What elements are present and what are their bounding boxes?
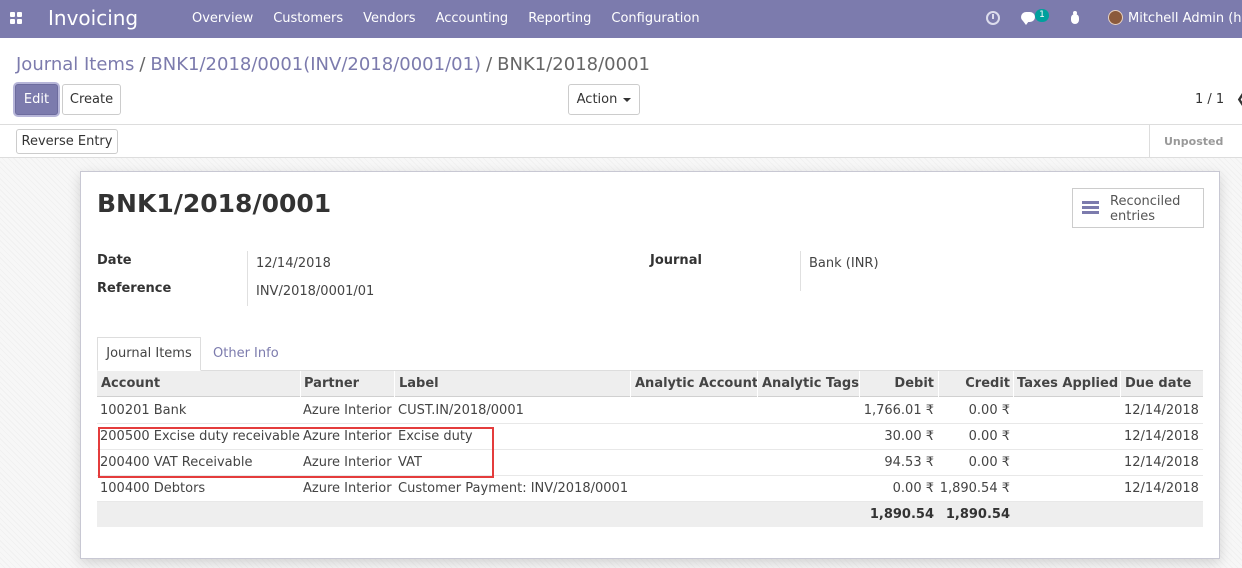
breadcrumb: Journal Items / BNK1/2018/0001(INV/2018/00… <box>16 54 650 75</box>
column-separator <box>394 371 395 397</box>
col-partner[interactable]: Partner <box>304 376 359 391</box>
user-avatar[interactable] <box>1108 10 1123 25</box>
col-debit[interactable]: Debit <box>859 376 934 391</box>
cell-label: Customer Payment: INV/2018/0001 <box>398 481 629 496</box>
total-credit: 1,890.54 <box>945 507 1010 522</box>
breadcrumb-journal-items[interactable]: Journal Items <box>16 54 134 75</box>
activity-clock-icon[interactable] <box>986 11 1000 25</box>
reference-value: INV/2018/0001/01 <box>256 284 375 299</box>
pager-value[interactable]: 1 / 1 <box>1195 92 1224 107</box>
menu-customers[interactable]: Customers <box>273 11 343 26</box>
journal-label: Journal <box>650 253 702 268</box>
cell-credit: 1,890.54 ₹ <box>939 481 1010 496</box>
user-menu[interactable]: Mitchell Admin (hah <box>1128 11 1242 26</box>
edit-button[interactable]: Edit <box>15 84 58 115</box>
col-label[interactable]: Label <box>399 376 439 391</box>
table-footer: 1,890.54 1,890.54 <box>97 502 1203 527</box>
cell-partner: Azure Interior <box>303 403 392 418</box>
cell-label: CUST.IN/2018/0001 <box>398 403 524 418</box>
cell-account: 100400 Debtors <box>100 481 206 496</box>
breadcrumb-separator: / <box>486 54 493 75</box>
cell-credit: 0.00 ₹ <box>968 429 1010 444</box>
menu-accounting[interactable]: Accounting <box>436 11 509 26</box>
breadcrumb-current: BNK1/2018/0001 <box>497 54 650 75</box>
breadcrumb-separator: / <box>139 54 146 75</box>
status-stage[interactable]: Unposted <box>1149 125 1242 158</box>
reconciled-entries-label: Reconciled entries <box>1110 194 1181 224</box>
cell-due-date: 12/14/2018 <box>1124 455 1199 470</box>
messaging-chat-icon[interactable] <box>1021 12 1035 25</box>
apps-menu-icon[interactable] <box>10 12 23 25</box>
chat-count-badge: 1 <box>1035 9 1049 22</box>
breadcrumb-payment[interactable]: BNK1/2018/0001(INV/2018/0001/01) <box>150 54 481 75</box>
tab-journal-items[interactable]: Journal Items <box>97 337 201 371</box>
cell-credit: 0.00 ₹ <box>968 403 1010 418</box>
main-menu: Overview Customers Vendors Accounting Re… <box>192 11 720 26</box>
form-statusbar <box>0 125 1242 158</box>
col-taxes-applied[interactable]: Taxes Applied <box>1017 376 1118 391</box>
col-credit[interactable]: Credit <box>938 376 1010 391</box>
cell-account: 100201 Bank <box>100 403 187 418</box>
menu-configuration[interactable]: Configuration <box>611 11 699 26</box>
column-separator <box>757 371 758 397</box>
reconciled-entries-button[interactable]: Reconciled entries <box>1072 188 1204 228</box>
list-icon <box>1082 201 1099 215</box>
journal-value: Bank (INR) <box>809 256 879 271</box>
cell-partner: Azure Interior <box>303 481 392 496</box>
cell-credit: 0.00 ₹ <box>968 455 1010 470</box>
tax-lines-highlight <box>98 427 494 478</box>
reference-label: Reference <box>97 281 172 296</box>
top-navbar: Invoicing Overview Customers Vendors Acc… <box>0 0 1242 38</box>
column-separator <box>300 371 301 397</box>
col-due-date[interactable]: Due date <box>1125 376 1192 391</box>
table-header: Account Partner Label Analytic Account A… <box>97 371 1203 397</box>
caret-down-icon <box>623 97 632 102</box>
column-separator <box>1120 371 1121 397</box>
cell-due-date: 12/14/2018 <box>1124 481 1199 496</box>
column-separator <box>1013 371 1014 397</box>
action-dropdown[interactable]: Action <box>568 84 640 115</box>
action-label: Action <box>576 92 618 107</box>
record-title: BNK1/2018/0001 <box>97 189 332 218</box>
field-divider <box>800 251 801 291</box>
col-account[interactable]: Account <box>101 376 160 391</box>
tab-other-info[interactable]: Other Info <box>213 346 279 361</box>
app-name: Invoicing <box>48 6 139 30</box>
menu-vendors[interactable]: Vendors <box>363 11 415 26</box>
date-value: 12/14/2018 <box>256 256 331 271</box>
col-analytic-tags[interactable]: Analytic Tags <box>762 376 859 391</box>
menu-overview[interactable]: Overview <box>192 11 253 26</box>
menu-reporting[interactable]: Reporting <box>528 11 591 26</box>
create-button[interactable]: Create <box>62 84 121 115</box>
cell-due-date: 12/14/2018 <box>1124 429 1199 444</box>
table-row[interactable]: 100201 Bank Azure Interior CUST.IN/2018/… <box>97 398 1203 424</box>
debug-bug-icon[interactable] <box>1069 11 1081 24</box>
pager-previous-icon[interactable]: ❮ <box>1236 92 1242 107</box>
field-divider <box>247 251 248 306</box>
cell-due-date: 12/14/2018 <box>1124 403 1199 418</box>
column-separator <box>630 371 631 397</box>
reverse-entry-button[interactable]: Reverse Entry <box>16 129 118 154</box>
col-analytic-account[interactable]: Analytic Account <box>635 376 758 391</box>
date-label: Date <box>97 253 132 268</box>
table-row[interactable]: 100400 Debtors Azure Interior Customer P… <box>97 476 1203 502</box>
